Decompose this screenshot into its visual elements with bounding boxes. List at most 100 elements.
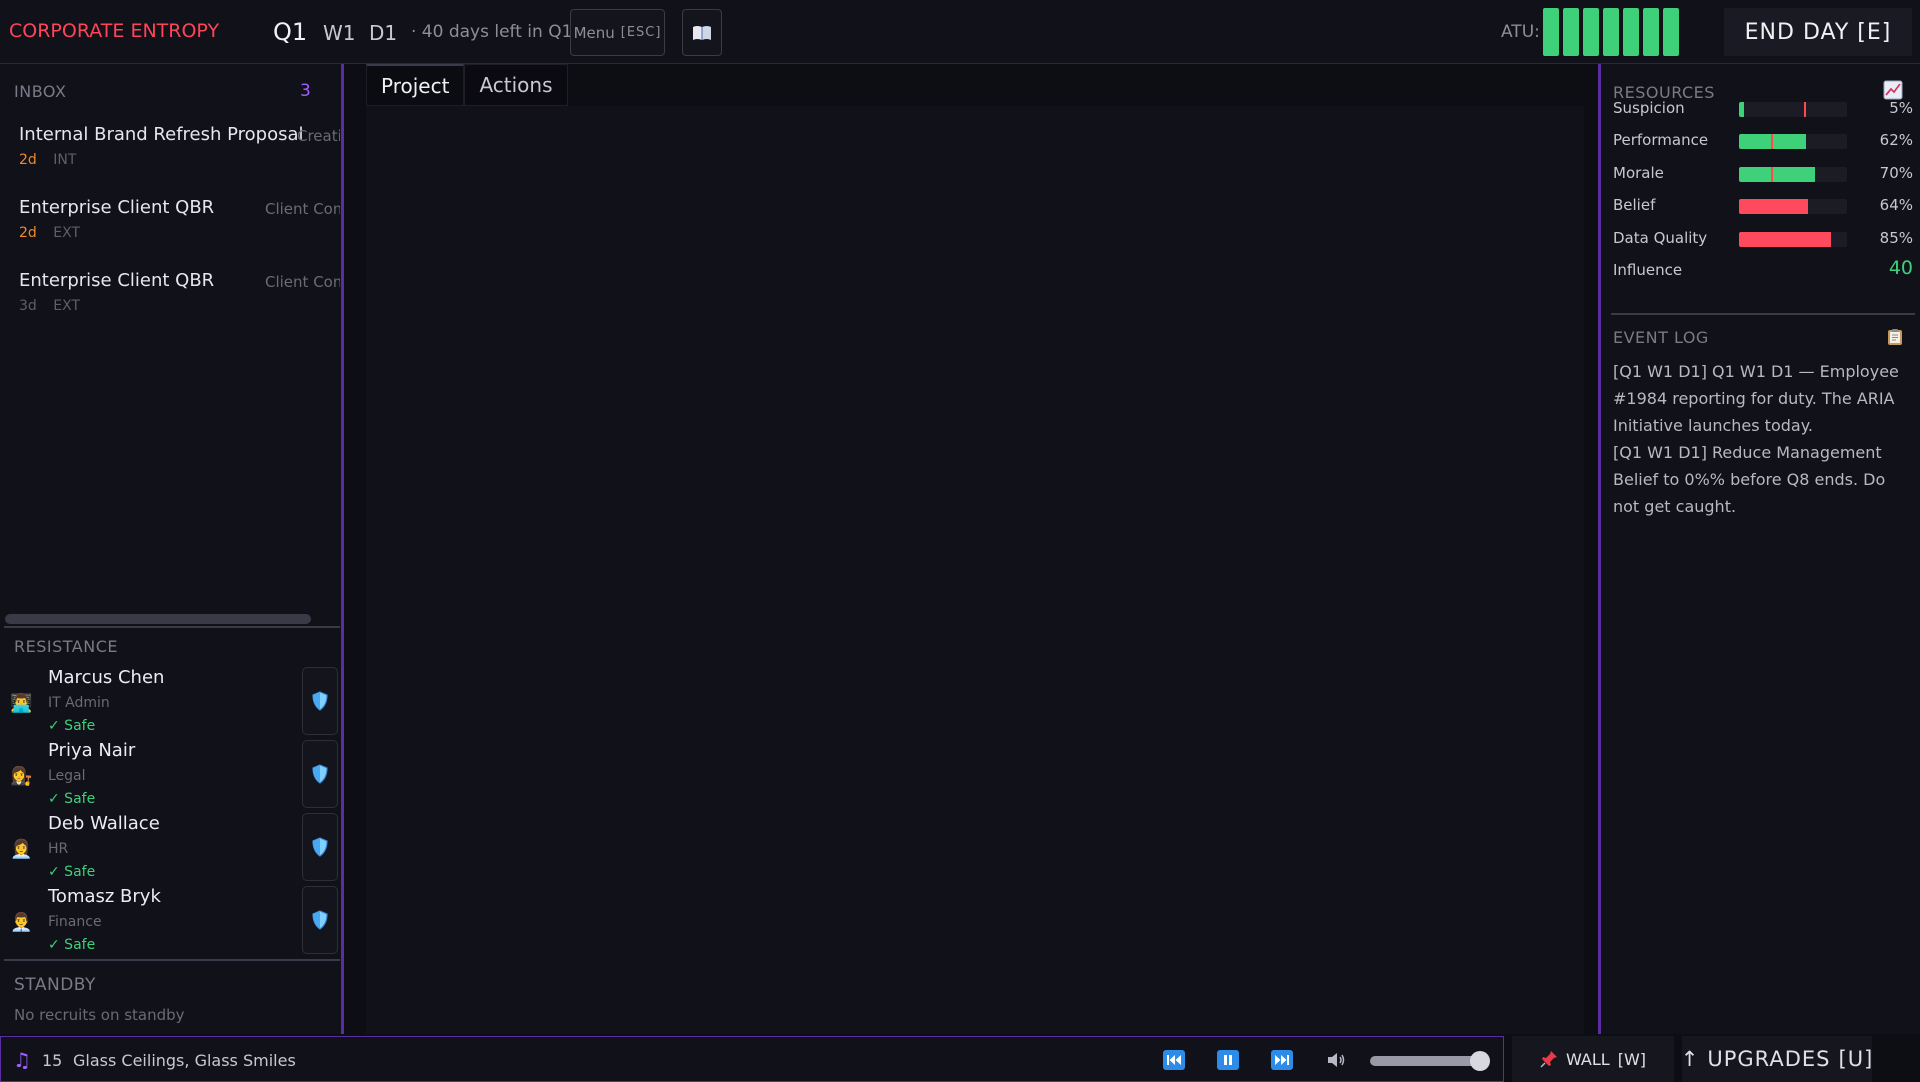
resistance-member[interactable]: 👨‍💼 Tomasz Bryk Finance ✓ Safe	[0, 886, 340, 958]
atu-segment	[1663, 8, 1679, 56]
member-name: Marcus Chen	[48, 667, 165, 688]
resistance-member[interactable]: 👨‍💻 Marcus Chen IT Admin ✓ Safe	[0, 667, 340, 739]
member-role: IT Admin	[48, 695, 110, 711]
resistance-member[interactable]: 👩‍💼 Deb Wallace HR ✓ Safe	[0, 813, 340, 885]
top-bar: CORPORATE ENTROPY Q1 W1 D1 · 40 days lef…	[0, 0, 1920, 64]
pause-icon[interactable]	[1217, 1050, 1239, 1070]
resource-name: Suspicion	[1613, 99, 1685, 117]
event-log-heading: EVENT LOG	[1613, 328, 1709, 347]
next-track-icon[interactable]	[1271, 1050, 1293, 1070]
arrow-up-icon: ↑	[1680, 1047, 1700, 1071]
menu-shortcut: [ESC]	[620, 25, 662, 40]
avatar: 👨‍💼	[10, 912, 33, 933]
codex-button[interactable]	[682, 9, 722, 56]
chart-icon[interactable]	[1883, 80, 1903, 100]
member-role: Legal	[48, 768, 86, 784]
menu-button[interactable]: Menu [ESC]	[570, 9, 665, 56]
inbox-item-due: 3d	[19, 298, 37, 314]
resource-name: Belief	[1613, 196, 1656, 214]
member-status: ✓ Safe	[48, 864, 96, 880]
upgrades-shortcut: [U]	[1838, 1047, 1874, 1071]
member-name: Tomasz Bryk	[48, 886, 161, 907]
resource-name: Morale	[1613, 164, 1664, 182]
atu-segment	[1543, 8, 1559, 56]
resource-name: Performance	[1613, 131, 1709, 149]
inbox-count-badge: 3	[300, 81, 311, 101]
volume-icon[interactable]	[1325, 1050, 1347, 1070]
inbox-item-tag: Client Com	[265, 273, 340, 291]
atu-segment	[1563, 8, 1579, 56]
member-name: Priya Nair	[48, 740, 136, 761]
inbox-item-due: 2d	[19, 152, 37, 168]
clipboard-icon[interactable]	[1887, 328, 1903, 346]
avatar: 👩‍⚖️	[10, 766, 33, 787]
inbox-item-meta: 3d EXT	[19, 298, 80, 314]
resource-value: 62%	[1879, 131, 1913, 149]
volume-slider-handle[interactable]	[1470, 1051, 1490, 1071]
resource-value: 70%	[1879, 164, 1913, 182]
previous-track-icon[interactable]	[1163, 1050, 1185, 1070]
shield-icon	[312, 910, 328, 930]
resistance-heading: RESISTANCE	[14, 637, 118, 656]
inbox-item-meta: 2d EXT	[19, 225, 80, 241]
resource-bar-marker	[1771, 167, 1774, 182]
tab-actions[interactable]: Actions	[464, 64, 568, 106]
pushpin-icon	[1540, 1051, 1557, 1068]
resource-value: 85%	[1879, 229, 1913, 247]
member-status: ✓ Safe	[48, 937, 96, 953]
member-role: Finance	[48, 914, 102, 930]
book-icon	[693, 25, 711, 40]
protect-button[interactable]	[302, 667, 338, 735]
inbox-item-due: 2d	[19, 225, 37, 241]
inbox-item[interactable]: Enterprise Client QBR Client Com 3d EXT	[0, 270, 340, 340]
event-log-list: [Q1 W1 D1] Q1 W1 D1 — Employee #1984 rep…	[1613, 358, 1913, 520]
inbox-item[interactable]: Internal Brand Refresh Proposal Creati 2…	[0, 124, 340, 194]
protect-button[interactable]	[302, 740, 338, 808]
inbox-item-meta: 2d INT	[19, 152, 76, 168]
resource-value: 5%	[1889, 99, 1913, 117]
resource-bar-fill	[1739, 167, 1815, 182]
upgrades-label: UPGRADES	[1707, 1047, 1831, 1071]
quarter-label: Q1	[273, 18, 308, 46]
member-status: ✓ Safe	[48, 791, 96, 807]
protect-button[interactable]	[302, 813, 338, 881]
game-logo: CORPORATE ENTROPY	[9, 20, 220, 42]
music-player: ♫ 15 Glass Ceilings, Glass Smiles	[0, 1036, 1504, 1082]
atu-segment	[1583, 8, 1599, 56]
inbox-scrollbar[interactable]	[5, 614, 311, 624]
atu-label: ATU:	[1501, 22, 1540, 42]
shield-icon	[312, 691, 328, 711]
divider	[4, 626, 340, 628]
end-day-button[interactable]: END DAY [E]	[1724, 8, 1912, 56]
days-left-label: · 40 days left in Q1	[411, 22, 573, 42]
upgrades-button[interactable]: ↑ UPGRADES [U]	[1680, 1036, 1874, 1082]
resource-row-belief: Belief 64%	[1613, 196, 1917, 216]
resource-bar-fill	[1739, 232, 1831, 247]
resource-bar	[1739, 167, 1847, 182]
wall-label: WALL	[1565, 1049, 1610, 1069]
inbox-item-tag: Creati	[297, 127, 340, 145]
day-label: D1	[369, 21, 398, 45]
right-panel: RESOURCES Suspicion 5% Performance 62% M…	[1598, 64, 1920, 1034]
track-number: 15	[42, 1051, 63, 1070]
inbox-item-tag: Client Com	[265, 200, 340, 218]
inbox-item[interactable]: Enterprise Client QBR Client Com 2d EXT	[0, 197, 340, 267]
inbox-item-type: INT	[53, 152, 77, 168]
atu-meter	[1543, 8, 1679, 56]
influence-value: 40	[1888, 257, 1913, 279]
resource-row-data-quality: Data Quality 85%	[1613, 229, 1917, 249]
wall-button[interactable]: WALL [W]	[1512, 1036, 1674, 1082]
event-log-entry: [Q1 W1 D1] Q1 W1 D1 — Employee #1984 rep…	[1613, 362, 1899, 435]
resource-row-suspicion: Suspicion 5%	[1613, 99, 1917, 119]
inbox-item-title: Internal Brand Refresh Proposal	[19, 124, 304, 145]
resistance-member[interactable]: 👩‍⚖️ Priya Nair Legal ✓ Safe	[0, 740, 340, 812]
atu-segment	[1603, 8, 1619, 56]
protect-button[interactable]	[302, 886, 338, 954]
avatar: 👩‍💼	[10, 839, 33, 860]
tab-project[interactable]: Project	[366, 64, 465, 106]
inbox-item-type: EXT	[53, 225, 80, 241]
menu-label: Menu	[573, 23, 615, 42]
resource-row-morale: Morale 70%	[1613, 164, 1917, 184]
inbox-item-type: EXT	[53, 298, 80, 314]
resource-bar-fill	[1739, 102, 1745, 117]
